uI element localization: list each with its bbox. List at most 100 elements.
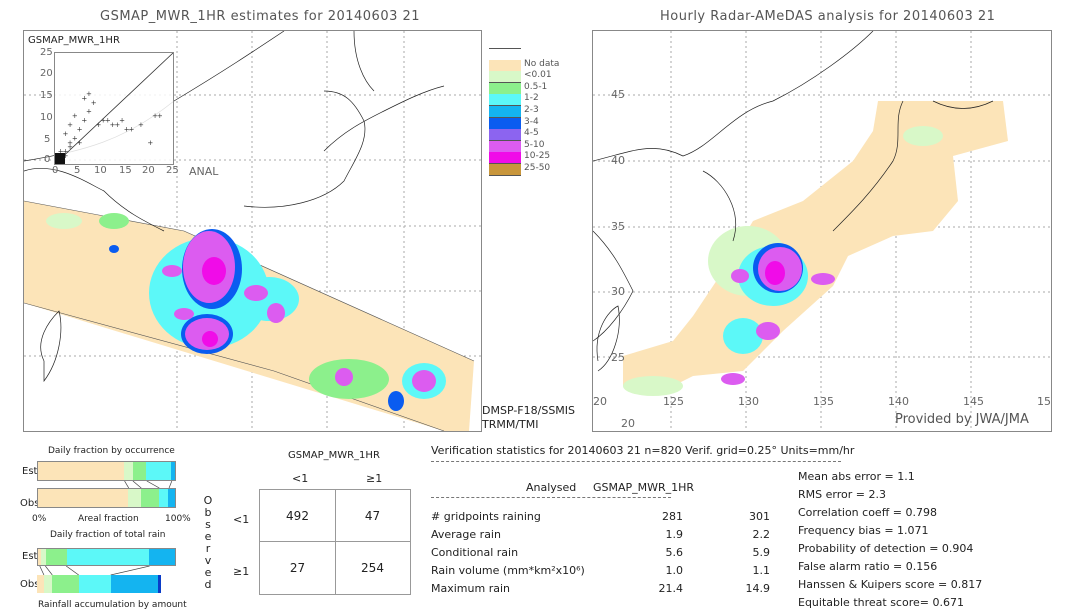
x-axis-right: 100%: [165, 514, 191, 524]
col-label-lt1: <1: [292, 472, 309, 485]
lon-tick: 20: [593, 395, 607, 408]
score-item: Mean abs error = 1.1: [798, 470, 915, 483]
divider: [431, 497, 671, 498]
bar-segment: [128, 489, 141, 507]
legend-label: No data: [524, 58, 560, 69]
score-item: Hanssen & Kuipers score = 0.817: [798, 578, 983, 591]
lon-tick: 125: [663, 395, 684, 408]
scatter-point: +: [77, 139, 83, 147]
link-line: [168, 481, 173, 488]
right-map-title: Hourly Radar-AMeDAS analysis for 2014060…: [660, 9, 996, 24]
legend-label: 0.5-1: [524, 81, 548, 92]
satellite-label-1: DMSP-F18/SSMIS: [482, 404, 576, 417]
score-item: False alarm ratio = 0.156: [798, 560, 938, 573]
scatter-point: +: [114, 121, 120, 129]
stat-gsmap: 5.9: [752, 546, 771, 559]
bar-segment: [158, 489, 169, 507]
scatter-point: +: [138, 121, 144, 129]
gsmap-estimate-map: GSMAP_MWR_1HR + + + + + + + + + + + + + + + + + + + + + + + + + +…: [23, 30, 482, 432]
bar-segment: [52, 575, 79, 593]
occurrence-link-lines: [124, 481, 173, 488]
y-tick: 25: [40, 47, 53, 58]
bar-segment: [168, 489, 175, 507]
stat-label: Maximum rain: [431, 582, 510, 595]
total-rain-chart-title: Daily fraction of total rain: [50, 530, 166, 540]
score-item: Frequency bias = 1.071: [798, 524, 929, 537]
legend-swatch: [489, 71, 521, 84]
stat-label: Rain volume (mm*km²x10⁶): [431, 564, 585, 577]
x-tick: 25: [166, 165, 179, 176]
stat-analysed: 1.0: [665, 564, 684, 577]
bar-segment: [146, 462, 171, 480]
x-tick: 20: [142, 165, 155, 176]
legend-swatch: [489, 82, 521, 95]
scatter-point: +: [67, 143, 73, 151]
y-tick: 20: [40, 68, 53, 79]
bar-segment: [38, 462, 125, 480]
bar-segment: [66, 549, 149, 565]
score-item: Correlation coeff = 0.798: [798, 506, 937, 519]
lat-tick: 40: [611, 154, 625, 167]
link-line: [65, 566, 79, 575]
legend-swatch: [489, 152, 521, 165]
scatter-point: +: [72, 112, 78, 120]
y-tick: 15: [40, 90, 53, 101]
cell-obs-lt1-est-ge1: 47: [364, 509, 381, 523]
lat-tick: 45: [611, 88, 625, 101]
col-label-ge1: ≥1: [366, 472, 383, 485]
scatter-point: +: [62, 130, 68, 138]
legend-label: 3-4: [524, 116, 539, 127]
legend-swatch: [489, 94, 521, 107]
right-map-svg: [593, 31, 1051, 431]
legend-swatch: [489, 140, 521, 153]
bar-segment: [157, 575, 161, 593]
score-item: Probability of detection = 0.904: [798, 542, 974, 555]
total-rain-caption: Rainfall accumulation by amount: [38, 600, 187, 610]
stat-gsmap: 2.2: [752, 528, 771, 541]
observed-side-label: Observed: [202, 495, 214, 591]
lon-tick: 15: [1037, 395, 1051, 408]
stat-analysed: 5.6: [665, 546, 684, 559]
stat-label: Conditional rain: [431, 546, 519, 559]
legend-label: 5-10: [524, 139, 545, 150]
x-tick: 15: [119, 165, 132, 176]
lat-tick: 25: [611, 351, 625, 364]
stat-analysed: 21.4: [658, 582, 684, 595]
occurrence-chart-title: Daily fraction by occurrence: [48, 446, 175, 456]
bar-segment: [140, 489, 159, 507]
x-tick: 10: [94, 165, 107, 176]
x-tick: 0: [52, 165, 59, 176]
bar-segment: [78, 575, 111, 593]
scatter-plot: ++++++++++++++++++++++++++++++: [54, 52, 174, 165]
bar-segment: [124, 462, 133, 480]
bar-segment: [132, 462, 147, 480]
bar-segment: [110, 575, 158, 593]
legend-label: 4-5: [524, 128, 539, 139]
legend-swatch: [489, 117, 521, 130]
total-rain-link-lines: [39, 566, 150, 575]
stat-gsmap: 14.9: [745, 582, 771, 595]
x-tick: 5: [74, 165, 81, 176]
scatter-point: +: [129, 125, 135, 133]
lon-tick: 135: [813, 395, 834, 408]
lat-tick: 20: [621, 417, 635, 430]
est-label: Est: [22, 551, 38, 562]
bar-segment: [38, 489, 129, 507]
lon-tick: 145: [963, 395, 984, 408]
link-line: [45, 566, 53, 575]
link-line: [146, 481, 160, 488]
lon-tick: 130: [738, 395, 759, 408]
analysis-domain: [623, 101, 1008, 396]
divider: [431, 461, 841, 462]
y-tick: 0: [44, 154, 51, 165]
scatter-dense-cluster: [55, 153, 65, 164]
scatter-point: +: [147, 139, 153, 147]
satellite-label-2: TRMM/TMI: [482, 418, 539, 431]
scatter-y-label: GSMAP_MWR_1HR: [28, 35, 120, 46]
score-item: RMS error = 2.3: [798, 488, 886, 501]
total-rain-obs-bar: [37, 575, 176, 593]
scatter-point: +: [77, 125, 83, 133]
legend-swatch: [489, 129, 521, 142]
cell-obs-ge1-est-ge1: 254: [361, 561, 384, 575]
scatter-point: +: [86, 90, 92, 98]
